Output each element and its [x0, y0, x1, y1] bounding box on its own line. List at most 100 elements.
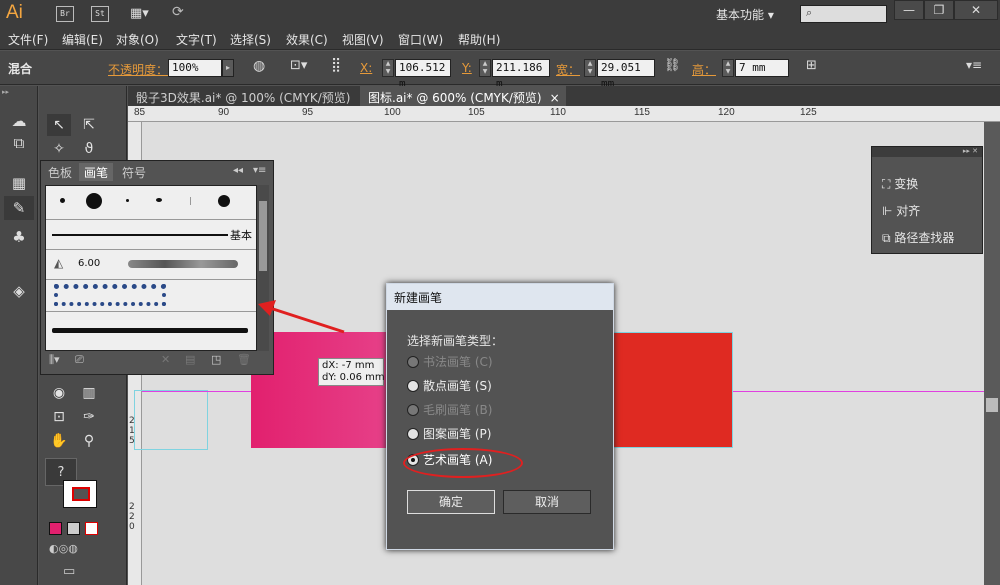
hand-tool-icon[interactable]: ✋ [47, 430, 71, 452]
brush-dot[interactable] [60, 198, 65, 203]
x-stepper[interactable]: ▲ ▼ [382, 59, 394, 77]
tab-symbols[interactable]: 符号 [117, 163, 151, 181]
brush-dot[interactable] [156, 198, 162, 202]
restore-button[interactable]: ❐ [924, 0, 954, 20]
bristle-brush-row[interactable]: ◭ 6.00 [46, 250, 256, 280]
pattern-brush-row[interactable] [46, 280, 256, 312]
direct-selection-tool-icon[interactable]: ⇱ [77, 114, 101, 136]
panel-menu-icon[interactable]: ▾≡ [253, 165, 266, 176]
close-tab-icon[interactable]: × [550, 91, 560, 105]
draw-mode-icon[interactable]: ◐◎◍ [49, 542, 97, 556]
menu-view[interactable]: 视图(V) [342, 31, 384, 48]
vertical-scrollbar[interactable] [984, 122, 1000, 585]
bridge-button[interactable]: Br [56, 6, 74, 22]
menu-object[interactable]: 对象(O) [116, 31, 159, 48]
zoom-tool-icon[interactable]: ⚲ [77, 430, 101, 452]
radio-button[interactable] [407, 380, 419, 392]
brushes-icon[interactable]: ✎ [4, 196, 34, 220]
tab-dice-3d[interactable]: 骰子3D效果.ai* @ 100% (CMYK/预览)× [128, 86, 369, 106]
swatches-icon[interactable]: ▦ [6, 172, 32, 194]
height-label[interactable]: 高： [692, 61, 716, 78]
panel-header[interactable]: ▸▸ ✕ [872, 147, 982, 157]
brush-dot[interactable] [190, 197, 191, 205]
panel-menu-icon[interactable]: ▾≡ [966, 58, 986, 76]
artboard-tool-icon[interactable]: ⊡ [47, 406, 71, 428]
collapse-panel-icon[interactable]: ◂◂ [233, 165, 243, 176]
sync-icon[interactable]: ⟳ [172, 4, 194, 24]
x-field[interactable]: 106.512 m [395, 59, 451, 90]
symbols-icon[interactable]: ♣ [6, 226, 32, 248]
options-icon[interactable]: ▤ [185, 353, 195, 366]
slice-tool-icon[interactable]: ✑ [77, 406, 101, 428]
menu-file[interactable]: 文件(F) [8, 31, 48, 48]
delete-icon[interactable]: 🗑 [237, 353, 251, 366]
y-field[interactable]: 211.186 m [492, 59, 550, 90]
basic-brush-row[interactable]: 基本 [46, 220, 256, 250]
reference-point-icon[interactable]: ⣿ [331, 57, 351, 77]
layers-icon[interactable]: ◈ [6, 280, 32, 302]
tab-swatches[interactable]: 色板 [43, 163, 77, 181]
close-button[interactable]: ✕ [954, 0, 998, 20]
new-brush-icon[interactable]: ◳ [211, 353, 221, 366]
radio-button[interactable] [407, 428, 419, 440]
collapse-icon[interactable]: ▸▸ [2, 88, 36, 96]
height-field[interactable]: 7 mm [735, 59, 789, 77]
menu-window[interactable]: 窗口(W) [398, 31, 443, 48]
panel-item-transform[interactable]: ⛶ 变换 [882, 173, 918, 195]
graph-tool-icon[interactable]: ▥ [77, 382, 101, 404]
arrange-documents-icon[interactable]: ▦▾ [130, 6, 156, 22]
artboards-icon[interactable]: ⧉ [6, 132, 32, 154]
libraries-panel-icon[interactable]: ⎚ [75, 353, 84, 367]
red-shape[interactable] [612, 332, 733, 448]
ok-button[interactable]: 确定 [407, 490, 495, 514]
option-pattern[interactable]: 图案画笔 (P) [407, 424, 491, 444]
selection-tool-icon[interactable]: ↖ [47, 114, 71, 136]
width-field[interactable]: 29.051 mm [597, 59, 655, 90]
scrollbar-thumb[interactable] [986, 398, 998, 412]
brush-dot[interactable] [86, 193, 102, 209]
art-brush-row[interactable] [46, 312, 256, 350]
search-input[interactable]: ⌕ [800, 5, 887, 23]
width-stepper[interactable]: ▲ ▼ [584, 59, 596, 77]
recolor-icon[interactable]: ◍ [253, 58, 269, 76]
none-mode-icon[interactable] [85, 522, 98, 535]
panel-item-align[interactable]: ⊩ 对齐 [882, 200, 920, 222]
menu-effect[interactable]: 效果(C) [286, 31, 328, 48]
menu-type[interactable]: 文字(T) [176, 31, 217, 48]
tab-brushes[interactable]: 画笔 [79, 163, 114, 181]
brush-libraries-icon[interactable]: ⫼▾ [49, 353, 60, 367]
stock-button[interactable]: St [91, 6, 109, 22]
lasso-tool-icon[interactable]: ϑ [77, 138, 101, 160]
y-stepper[interactable]: ▲ ▼ [479, 59, 491, 77]
transform-icon[interactable]: ⊞ [806, 58, 826, 76]
workspace-switcher[interactable]: 基本功能 ▾ [716, 6, 774, 23]
height-stepper[interactable]: ▲ ▼ [722, 59, 734, 77]
panel-item-pathfinder[interactable]: ⧉ 路径查找器 [882, 227, 954, 249]
magic-wand-tool-icon[interactable]: ✧ [47, 138, 71, 160]
calligraphic-brush-row[interactable] [46, 186, 256, 220]
fill-stroke-swatch[interactable] [63, 480, 97, 508]
width-label[interactable]: 宽： [556, 61, 580, 78]
menu-edit[interactable]: 编辑(E) [62, 31, 103, 48]
align-to-icon[interactable]: ⊡▾ [290, 58, 314, 76]
menu-select[interactable]: 选择(S) [230, 31, 271, 48]
brush-dot[interactable] [218, 195, 230, 207]
tab-icon-doc[interactable]: 图标.ai* @ 600% (CMYK/预览) × [360, 86, 566, 106]
brush-dot[interactable] [126, 199, 129, 202]
constrain-proportions-icon[interactable]: ⛓ [664, 58, 682, 76]
opacity-field[interactable]: 100% [168, 59, 222, 77]
y-label[interactable]: Y: [462, 61, 472, 75]
opacity-label[interactable]: 不透明度： [108, 61, 168, 78]
scrollbar-thumb[interactable] [259, 201, 267, 271]
opacity-arrow-icon[interactable]: ▸ [222, 59, 234, 77]
menu-help[interactable]: 帮助(H) [458, 31, 500, 48]
remove-stroke-icon[interactable]: ✕ [161, 353, 170, 366]
option-scatter[interactable]: 散点画笔 (S) [407, 376, 492, 396]
gradient-mode-icon[interactable] [67, 522, 80, 535]
minimize-button[interactable]: — [894, 0, 924, 20]
color-mode-icon[interactable] [49, 522, 62, 535]
x-label[interactable]: X: [360, 61, 372, 75]
cc-libraries-icon[interactable]: ☁ [6, 110, 32, 132]
screen-mode-icon[interactable]: ▭ [63, 564, 83, 580]
cancel-button[interactable]: 取消 [503, 490, 591, 514]
